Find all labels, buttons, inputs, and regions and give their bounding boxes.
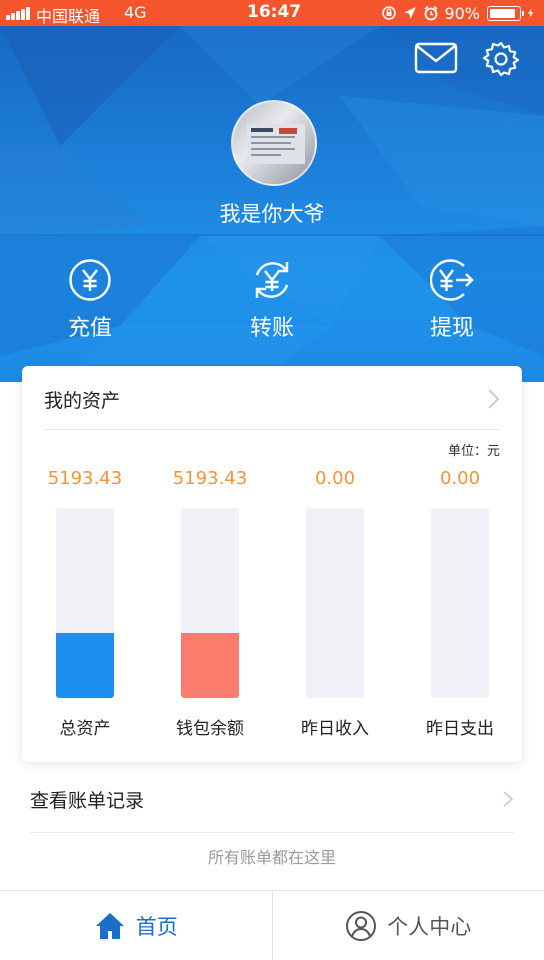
- asset-value: 5193.43: [47, 468, 123, 489]
- network-label: 4G: [124, 3, 147, 22]
- asset-label: 钱包余额: [176, 719, 244, 739]
- asset-column-wallet: 5193.43 钱包余额: [147, 468, 273, 739]
- chevron-right-icon[interactable]: [486, 388, 500, 410]
- yuan-withdraw-icon: [429, 259, 474, 301]
- battery-percent: 90%: [444, 3, 480, 23]
- avatar[interactable]: [231, 100, 317, 186]
- asset-bar: [181, 508, 239, 698]
- username: 我是你大爷: [219, 202, 325, 226]
- asset-bar: [431, 508, 489, 698]
- divider: [44, 429, 500, 430]
- withdraw-button[interactable]: 提现: [392, 258, 512, 342]
- tab-home[interactable]: 首页: [0, 891, 272, 960]
- recharge-button[interactable]: 充值: [30, 258, 150, 342]
- asset-label: 总资产: [59, 719, 111, 739]
- bill-records-link[interactable]: 查看账单记录: [30, 786, 144, 813]
- profile-header: 我是你大爷 充值 转账 提现: [0, 26, 544, 382]
- tab-home-label: 首页: [135, 914, 178, 939]
- user-icon: [346, 910, 377, 941]
- asset-column-total: 5193.43 总资产: [22, 468, 148, 739]
- rotation-lock-icon: [382, 6, 397, 20]
- asset-label: 昨日支出: [426, 719, 494, 739]
- withdraw-label: 提现: [429, 316, 474, 341]
- asset-column-expense: 0.00 昨日支出: [397, 468, 523, 739]
- tab-profile[interactable]: 个人中心: [271, 891, 544, 960]
- location-icon: [404, 7, 417, 19]
- home-icon: [95, 912, 124, 939]
- status-bar: 中国联通 4G 16:47 90%: [0, 0, 544, 26]
- clock: 16:47: [247, 2, 302, 22]
- yuan-circle-icon: [69, 259, 111, 301]
- battery-icon: [487, 5, 524, 21]
- signal-icon: [6, 7, 30, 20]
- asset-value: 0.00: [314, 468, 356, 489]
- mail-icon[interactable]: [414, 42, 458, 74]
- chevron-right-icon[interactable]: [502, 790, 514, 808]
- asset-value: 0.00: [439, 468, 481, 489]
- tab-profile-label: 个人中心: [387, 914, 472, 939]
- alarm-icon: [424, 5, 438, 21]
- unit-label: 单位：元: [447, 444, 500, 459]
- charging-icon: [527, 8, 534, 18]
- asset-column-income: 0.00 昨日收入: [272, 468, 398, 739]
- carrier-label: 中国联通: [36, 7, 101, 26]
- tab-bar: 首页 个人中心: [0, 890, 544, 960]
- avatar-image: [247, 124, 305, 164]
- gear-icon[interactable]: [482, 40, 520, 78]
- asset-value: 5193.43: [172, 468, 248, 489]
- asset-bar: [306, 508, 364, 698]
- asset-bar: [56, 508, 114, 698]
- assets-card: 我的资产 单位：元 5193.43 总资产 5193.43 钱包余额 0.00 …: [22, 366, 522, 762]
- asset-label: 昨日收入: [301, 719, 369, 739]
- bill-records-hint: 所有账单都在这里: [207, 848, 336, 867]
- transfer-button[interactable]: 转账: [212, 258, 332, 342]
- recharge-label: 充值: [67, 316, 112, 341]
- divider: [30, 832, 514, 833]
- yuan-transfer-icon: [255, 262, 289, 298]
- transfer-label: 转账: [249, 316, 294, 341]
- assets-title[interactable]: 我的资产: [44, 386, 120, 413]
